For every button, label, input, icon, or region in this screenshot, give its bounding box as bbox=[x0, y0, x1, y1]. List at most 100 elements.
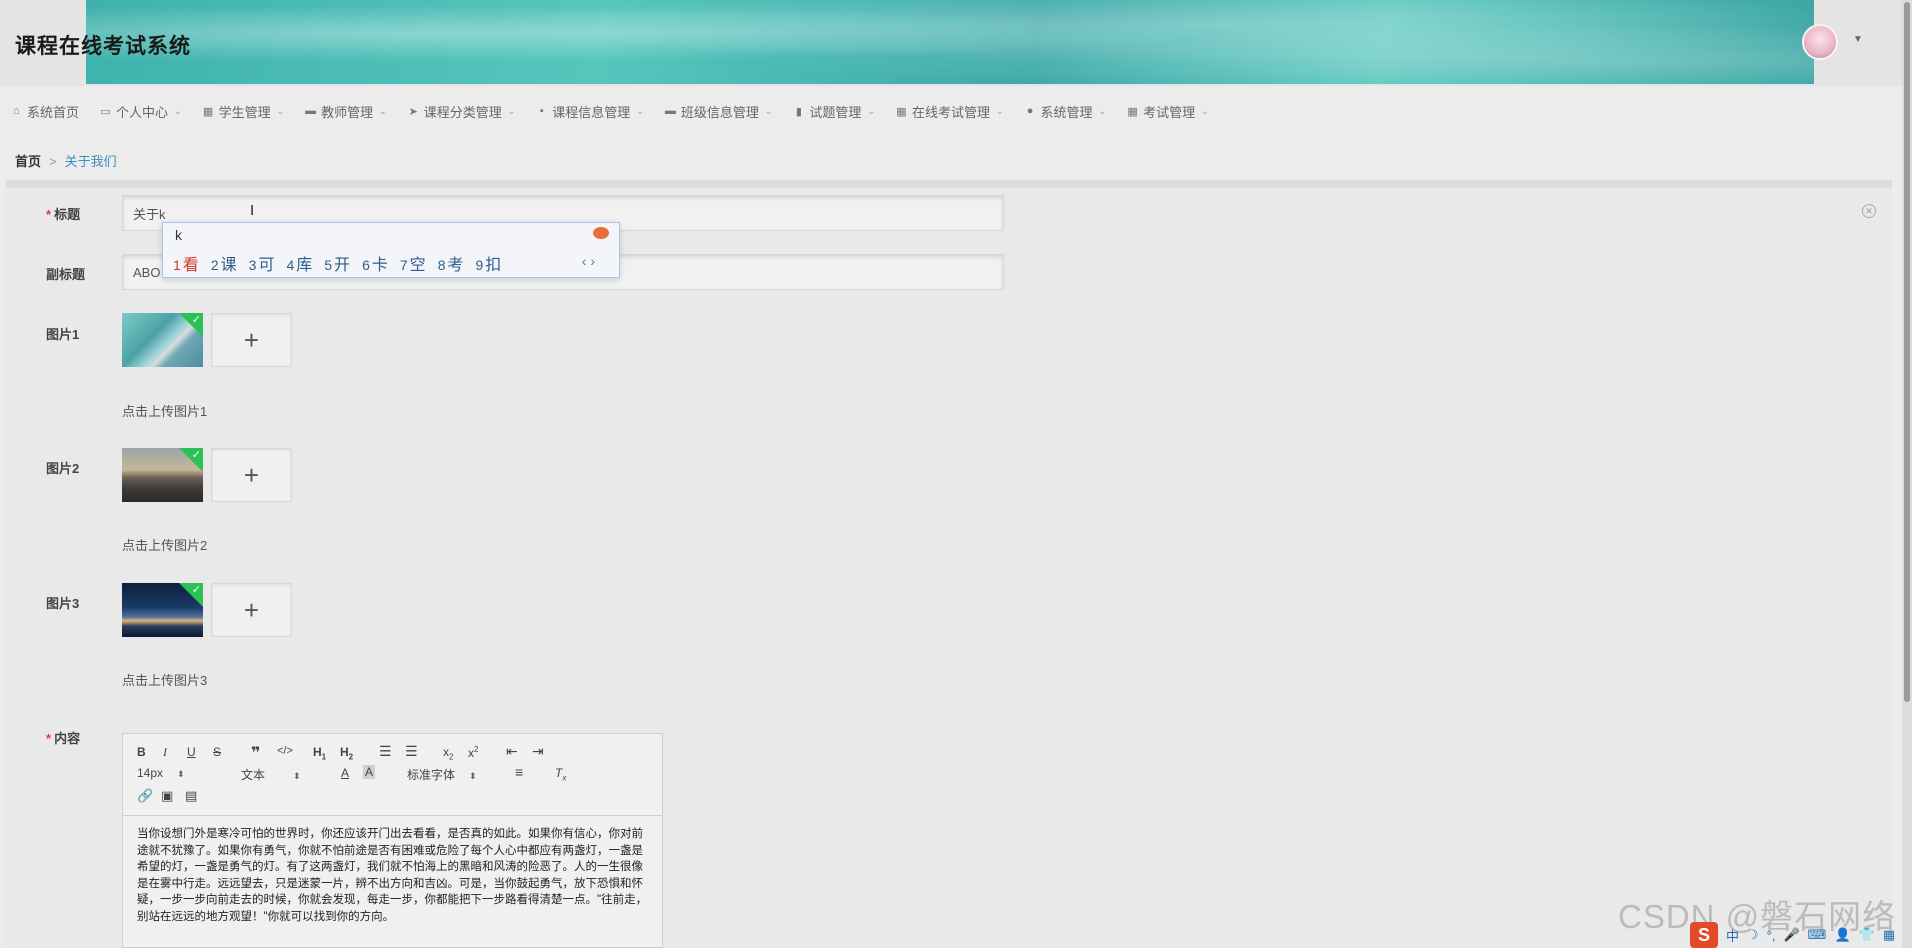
ime-page-arrows[interactable]: ‹ › bbox=[582, 253, 595, 269]
nav-item-label: 系统首页 bbox=[27, 104, 80, 120]
heading2-icon[interactable]: H2 bbox=[340, 745, 353, 761]
image3-upload-button[interactable]: + bbox=[211, 583, 292, 637]
grid-icon[interactable]: ▦ bbox=[1883, 927, 1895, 943]
ime-candidate-popup: k 1看 2课 3可 4库 5开 6卡 7空 8考 9扣 ‹ › bbox=[162, 222, 620, 278]
chevron-down-icon: ⌄ bbox=[1098, 105, 1107, 116]
image1-upload-button[interactable]: + bbox=[211, 313, 292, 367]
breadcrumb-current[interactable]: 关于我们 bbox=[65, 154, 117, 169]
ordered-list-icon[interactable]: ☰ bbox=[379, 743, 392, 760]
chevron-down-icon: ⌄ bbox=[507, 105, 516, 116]
nav-item-6[interactable]: ▬ 班级信息管理 ⌄ bbox=[664, 102, 773, 121]
chevron-down-icon: ⌄ bbox=[1201, 105, 1209, 116]
ime-language-toggle[interactable]: 中 bbox=[1726, 926, 1739, 945]
outdent-icon[interactable]: ⇤ bbox=[506, 743, 518, 760]
ime-candidate[interactable]: 9扣 bbox=[476, 251, 502, 275]
chat-icon: ▪ bbox=[539, 105, 544, 117]
bold-icon[interactable]: B bbox=[137, 745, 146, 759]
italic-icon[interactable]: I bbox=[163, 745, 167, 760]
nav-item-label: 班级信息管理 bbox=[680, 104, 759, 120]
grid-icon: ▦ bbox=[896, 105, 907, 118]
image2-upload-button[interactable]: + bbox=[211, 448, 292, 502]
printer-icon: ▬ bbox=[664, 105, 676, 117]
grid-icon: ▦ bbox=[202, 105, 214, 118]
chevron-down-icon: ⌄ bbox=[867, 105, 875, 116]
breadcrumb-home[interactable]: 首页 bbox=[15, 154, 41, 169]
user-icon: ● bbox=[1026, 105, 1034, 117]
ime-candidate[interactable]: 3可 bbox=[249, 251, 275, 275]
monitor-icon: ▬ bbox=[305, 105, 317, 117]
underline-icon[interactable]: U bbox=[187, 745, 196, 759]
align-icon[interactable]: ≡ bbox=[515, 764, 523, 780]
superscript-icon[interactable]: x2 bbox=[468, 745, 478, 760]
punctuation-icon[interactable]: °, bbox=[1767, 928, 1776, 943]
grid-icon: ▦ bbox=[1127, 105, 1138, 118]
image2-thumbnail[interactable]: ✓ bbox=[122, 448, 203, 502]
nav-item-1[interactable]: ▭ 个人中心 ⌄ bbox=[99, 102, 182, 121]
video-icon[interactable]: ▤ bbox=[185, 788, 197, 804]
moon-icon[interactable]: ☽ bbox=[1747, 927, 1759, 943]
nav-item-7[interactable]: ▮ 试题管理 ⌄ bbox=[792, 102, 875, 121]
nav-item-label: 试题管理 bbox=[809, 104, 862, 120]
select-arrow-icon: ⬍ bbox=[293, 771, 301, 781]
ime-logo-icon bbox=[593, 227, 609, 239]
nav-item-0[interactable]: ⌂ 系统首页 bbox=[10, 102, 79, 121]
image1-hint: 点击上传图片1 bbox=[122, 404, 208, 419]
chevron-down-icon: ⌄ bbox=[174, 105, 182, 116]
send-icon: ➤ bbox=[408, 105, 418, 118]
editor-content[interactable]: 当你设想门外是寒冷可怕的世界时，你还应该开门出去看看，是否真的如此。如果你有信心… bbox=[137, 826, 652, 925]
ime-candidate[interactable]: 6卡 bbox=[362, 251, 388, 275]
bar-chart-icon: ▮ bbox=[795, 105, 802, 118]
nav-item-4[interactable]: ➤ 课程分类管理 ⌄ bbox=[407, 102, 516, 121]
scrollbar-thumb[interactable] bbox=[1904, 2, 1910, 702]
nav-item-label: 考试管理 bbox=[1143, 104, 1196, 120]
text-cursor-icon: I bbox=[250, 202, 255, 219]
image-icon[interactable]: ▣ bbox=[161, 788, 173, 804]
subscript-icon[interactable]: x2 bbox=[443, 745, 453, 761]
microphone-icon[interactable]: 🎤 bbox=[1783, 927, 1799, 943]
chevron-down-icon[interactable]: ▼ bbox=[1853, 34, 1863, 45]
close-icon[interactable]: ✕ bbox=[1862, 204, 1876, 218]
nav-item-3[interactable]: ▬ 教师管理 ⌄ bbox=[304, 102, 387, 121]
ime-composition: k bbox=[175, 227, 182, 243]
ime-candidate[interactable]: 8考 bbox=[438, 251, 464, 275]
image3-thumbnail[interactable]: ✓ bbox=[122, 583, 203, 637]
breadcrumb: 首页 > 关于我们 bbox=[15, 151, 117, 170]
sogou-logo-icon[interactable]: S bbox=[1690, 922, 1718, 948]
ime-candidate[interactable]: 4库 bbox=[286, 251, 312, 275]
image1-thumbnail[interactable]: ✓ bbox=[122, 313, 203, 367]
keyboard-icon[interactable]: ⌨ bbox=[1808, 927, 1827, 943]
nav-item-5[interactable]: ▪ 课程信息管理 ⌄ bbox=[535, 102, 644, 121]
editor-toolbar: B I U S ❞ </> H1 H2 ☰ ☰ x2 x2 ⇤ ⇥ 14px ⬍ … bbox=[123, 734, 662, 816]
clear-format-icon[interactable]: Tx bbox=[555, 766, 566, 782]
avatar[interactable] bbox=[1802, 24, 1838, 60]
font-size-select[interactable]: 14px ⬍ bbox=[137, 766, 185, 780]
check-icon: ✓ bbox=[191, 449, 201, 461]
ime-candidate[interactable]: 5开 bbox=[324, 251, 350, 275]
ime-candidate[interactable]: 1看 bbox=[173, 251, 199, 275]
shirt-icon[interactable]: 👕 bbox=[1859, 927, 1875, 943]
strikethrough-icon[interactable]: S bbox=[213, 745, 221, 759]
image3-hint: 点击上传图片3 bbox=[122, 673, 208, 688]
check-icon: ✓ bbox=[191, 314, 201, 326]
ime-candidate[interactable]: 7空 bbox=[400, 251, 426, 275]
background-color-icon[interactable]: A bbox=[363, 765, 376, 779]
user-icon[interactable]: 👤 bbox=[1834, 927, 1850, 943]
heading1-icon[interactable]: H1 bbox=[313, 745, 326, 761]
nav-item-label: 教师管理 bbox=[321, 104, 374, 120]
font-family-select[interactable]: 标准字体 ⬍ bbox=[407, 766, 477, 783]
nav-item-2[interactable]: ▦ 学生管理 ⌄ bbox=[202, 102, 284, 121]
nav-item-10[interactable]: ▦ 考试管理 ⌄ bbox=[1126, 102, 1209, 121]
nav-item-label: 系统管理 bbox=[1040, 104, 1093, 120]
blockquote-icon[interactable]: ❞ bbox=[251, 743, 260, 763]
indent-icon[interactable]: ⇥ bbox=[532, 743, 544, 760]
block-type-select[interactable]: 文本 ⬍ bbox=[241, 766, 301, 783]
rich-text-editor[interactable]: B I U S ❞ </> H1 H2 ☰ ☰ x2 x2 ⇤ ⇥ 14px ⬍ … bbox=[122, 733, 663, 948]
font-color-icon[interactable]: A bbox=[341, 766, 349, 780]
bullet-list-icon[interactable]: ☰ bbox=[405, 743, 418, 760]
nav-item-9[interactable]: ● 系统管理 ⌄ bbox=[1024, 102, 1107, 121]
nav-item-8[interactable]: ▦ 在线考试管理 ⌄ bbox=[895, 102, 1003, 121]
link-icon[interactable]: 🔗 bbox=[137, 788, 153, 804]
scrollbar[interactable] bbox=[1902, 0, 1912, 948]
code-block-icon[interactable]: </> bbox=[277, 745, 293, 757]
ime-candidate[interactable]: 2课 bbox=[211, 251, 237, 275]
